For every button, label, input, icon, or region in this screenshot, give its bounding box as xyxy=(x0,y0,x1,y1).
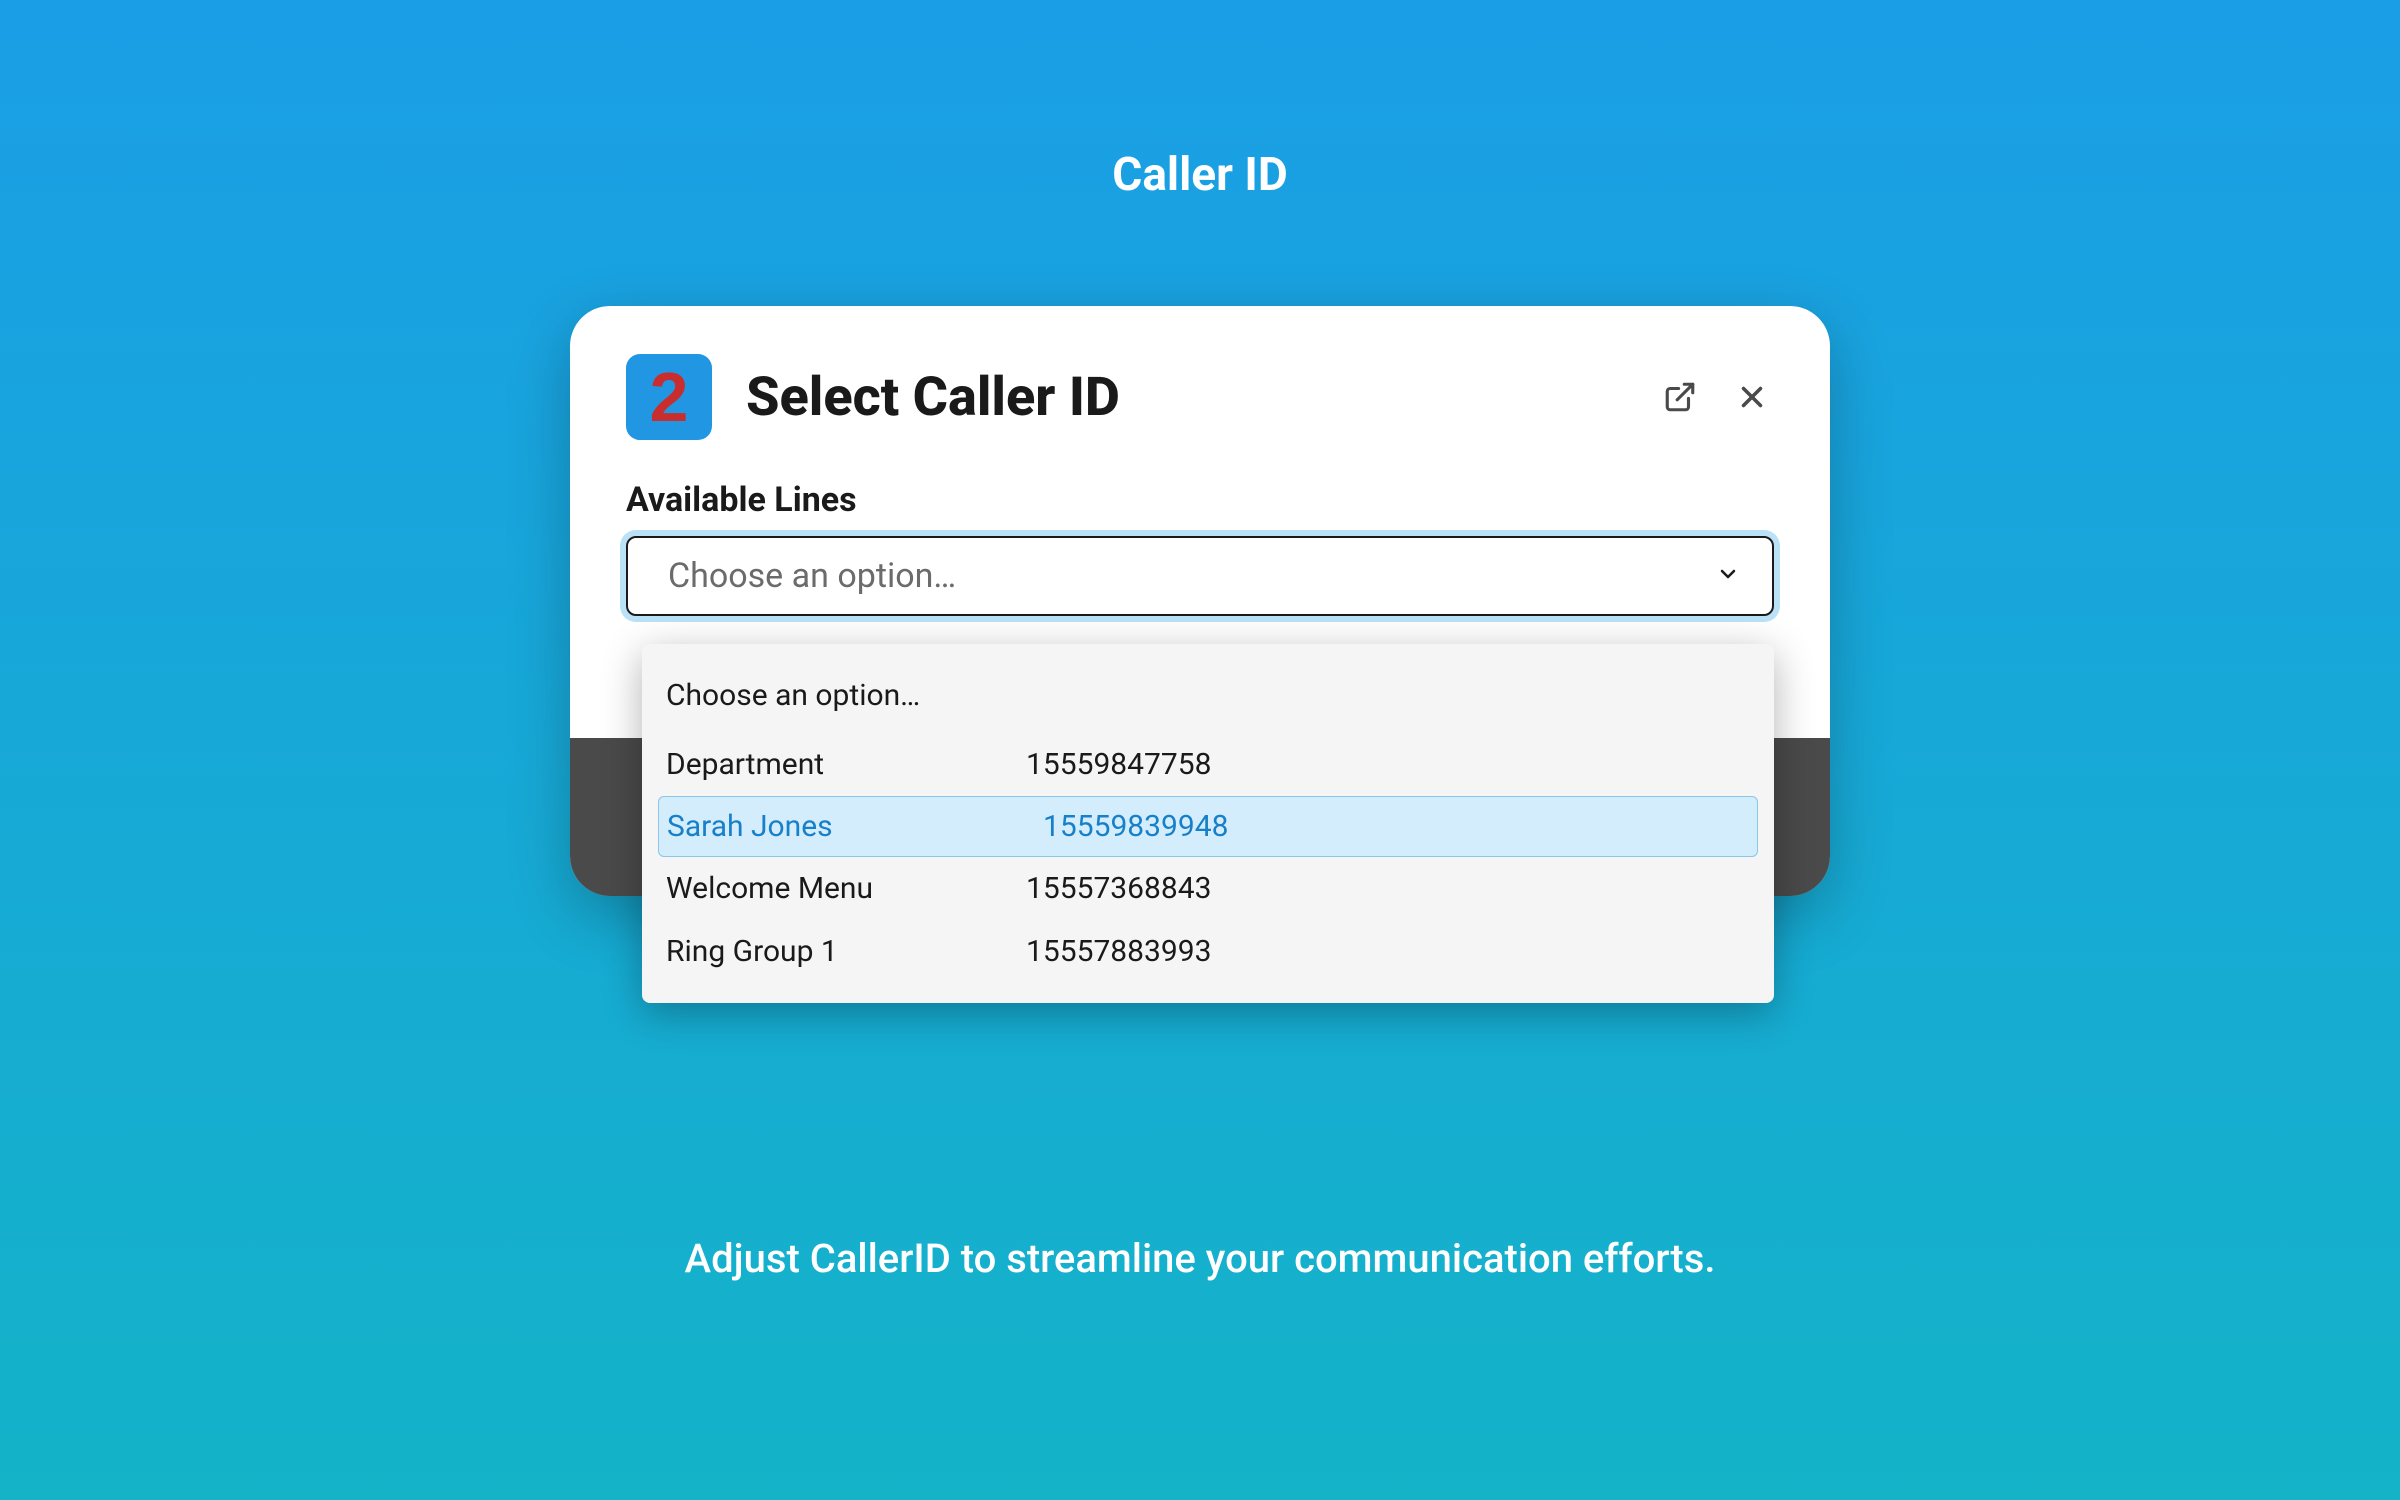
page-title: Caller ID xyxy=(0,0,2400,202)
modal-header: 2 Select Caller ID xyxy=(570,306,1830,470)
dropdown-placeholder-label: Choose an option… xyxy=(666,678,920,713)
option-name: Sarah Jones xyxy=(667,809,1043,844)
external-link-icon[interactable] xyxy=(1658,375,1702,419)
footer-description: Adjust CallerID to streamline your commu… xyxy=(0,1235,2400,1282)
select-placeholder-text: Choose an option… xyxy=(668,556,1716,596)
option-number: 15557883993 xyxy=(1026,934,1211,969)
dropdown-option[interactable]: Welcome Menu 15557368843 xyxy=(642,857,1774,920)
header-actions xyxy=(1658,375,1774,419)
chevron-down-icon xyxy=(1716,562,1740,590)
line-select[interactable]: Choose an option… xyxy=(626,536,1774,616)
option-name: Welcome Menu xyxy=(666,871,1026,906)
dropdown-panel: Choose an option… Department 15559847758… xyxy=(642,644,1774,1003)
option-number: 15559847758 xyxy=(1026,747,1211,782)
dropdown-placeholder-item[interactable]: Choose an option… xyxy=(642,664,1774,733)
option-name: Ring Group 1 xyxy=(666,934,1026,969)
modal-title: Select Caller ID xyxy=(746,366,1658,429)
close-icon[interactable] xyxy=(1730,375,1774,419)
option-name: Department xyxy=(666,747,1026,782)
option-number: 15559839948 xyxy=(1043,809,1228,844)
app-logo: 2 xyxy=(626,354,712,440)
dropdown-option[interactable]: Ring Group 1 15557883993 xyxy=(642,920,1774,983)
select-wrapper: Choose an option… Choose an option… Depa… xyxy=(570,536,1830,616)
option-number: 15557368843 xyxy=(1026,871,1211,906)
dropdown-option-highlighted[interactable]: Sarah Jones 15559839948 xyxy=(658,796,1758,857)
caller-id-modal: 2 Select Caller ID Available Lines Choos… xyxy=(570,306,1830,896)
available-lines-label: Available Lines xyxy=(570,470,1830,536)
dropdown-option[interactable]: Department 15559847758 xyxy=(642,733,1774,796)
